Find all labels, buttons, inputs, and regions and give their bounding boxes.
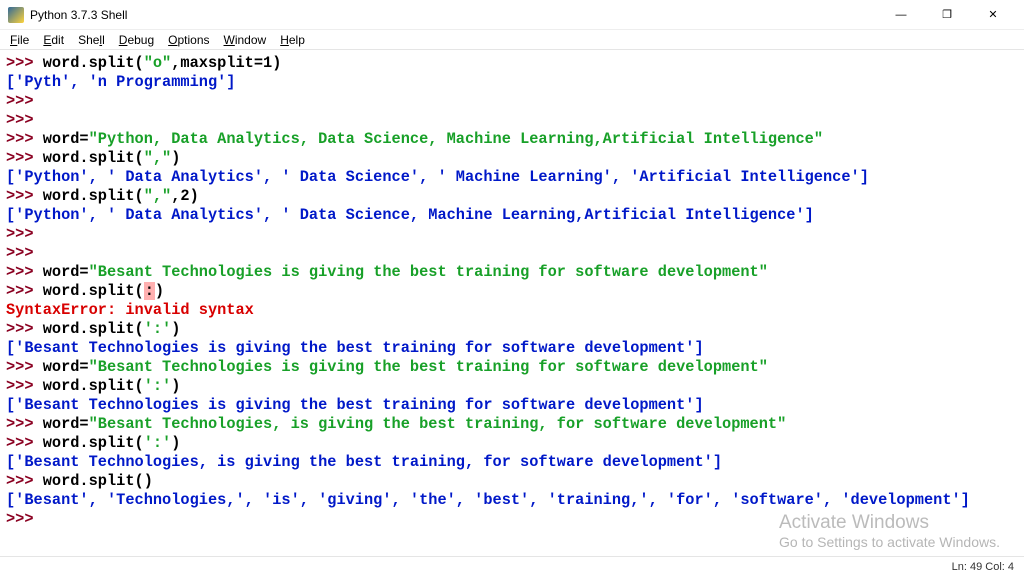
shell-error-line: SyntaxError: invalid syntax [6,301,1018,320]
shell-output-line: ['Python', ' Data Analytics', ' Data Sci… [6,168,1018,187]
shell-input-line: >>> [6,92,1018,111]
shell-input-line: >>> word.split(':') [6,434,1018,453]
shell-output-line: ['Besant', 'Technologies,', 'is', 'givin… [6,491,1018,510]
menubar: File Edit Shell Debug Options Window Hel… [0,30,1024,50]
menu-edit[interactable]: Edit [37,31,70,49]
close-button[interactable]: ✕ [970,0,1016,30]
shell-input-line: >>> [6,510,1018,529]
shell-output-line: ['Besant Technologies is giving the best… [6,396,1018,415]
shell-input-line: >>> word.split(",") [6,149,1018,168]
shell-input-line: >>> [6,225,1018,244]
menu-options[interactable]: Options [162,31,215,49]
titlebar: Python 3.7.3 Shell — ❐ ✕ [0,0,1024,30]
shell-input-line: >>> word.split() [6,472,1018,491]
statusbar: Ln: 49 Col: 4 [0,556,1024,576]
menu-debug[interactable]: Debug [113,31,160,49]
shell-output-line: ['Besant Technologies is giving the best… [6,339,1018,358]
minimize-button[interactable]: — [878,0,924,30]
shell-input-line: >>> word.split(':') [6,377,1018,396]
shell-input-line: >>> word.split(':') [6,320,1018,339]
shell-input-line: >>> [6,111,1018,130]
shell-input-line: >>> word="Besant Technologies is giving … [6,358,1018,377]
python-icon [8,7,24,23]
shell-input-line: >>> word="Besant Technologies is giving … [6,263,1018,282]
shell-input-line: >>> word="Python, Data Analytics, Data S… [6,130,1018,149]
shell-editor[interactable]: >>> word.split("o",maxsplit=1)['Pyth', '… [0,50,1024,556]
window-controls: — ❐ ✕ [878,0,1016,30]
shell-output-line: ['Besant Technologies, is giving the bes… [6,453,1018,472]
shell-output-line: ['Pyth', 'n Programming'] [6,73,1018,92]
menu-shell[interactable]: Shell [72,31,111,49]
shell-input-line: >>> word.split(",",2) [6,187,1018,206]
shell-input-line: >>> word.split(:) [6,282,1018,301]
shell-input-line: >>> word="Besant Technologies, is giving… [6,415,1018,434]
shell-output-line: ['Python', ' Data Analytics', ' Data Sci… [6,206,1018,225]
menu-file[interactable]: File [4,31,35,49]
menu-window[interactable]: Window [218,31,273,49]
shell-input-line: >>> [6,244,1018,263]
shell-input-line: >>> word.split("o",maxsplit=1) [6,54,1018,73]
window-title: Python 3.7.3 Shell [30,8,878,22]
menu-help[interactable]: Help [274,31,311,49]
maximize-button[interactable]: ❐ [924,0,970,30]
cursor-position: Ln: 49 Col: 4 [952,561,1014,573]
